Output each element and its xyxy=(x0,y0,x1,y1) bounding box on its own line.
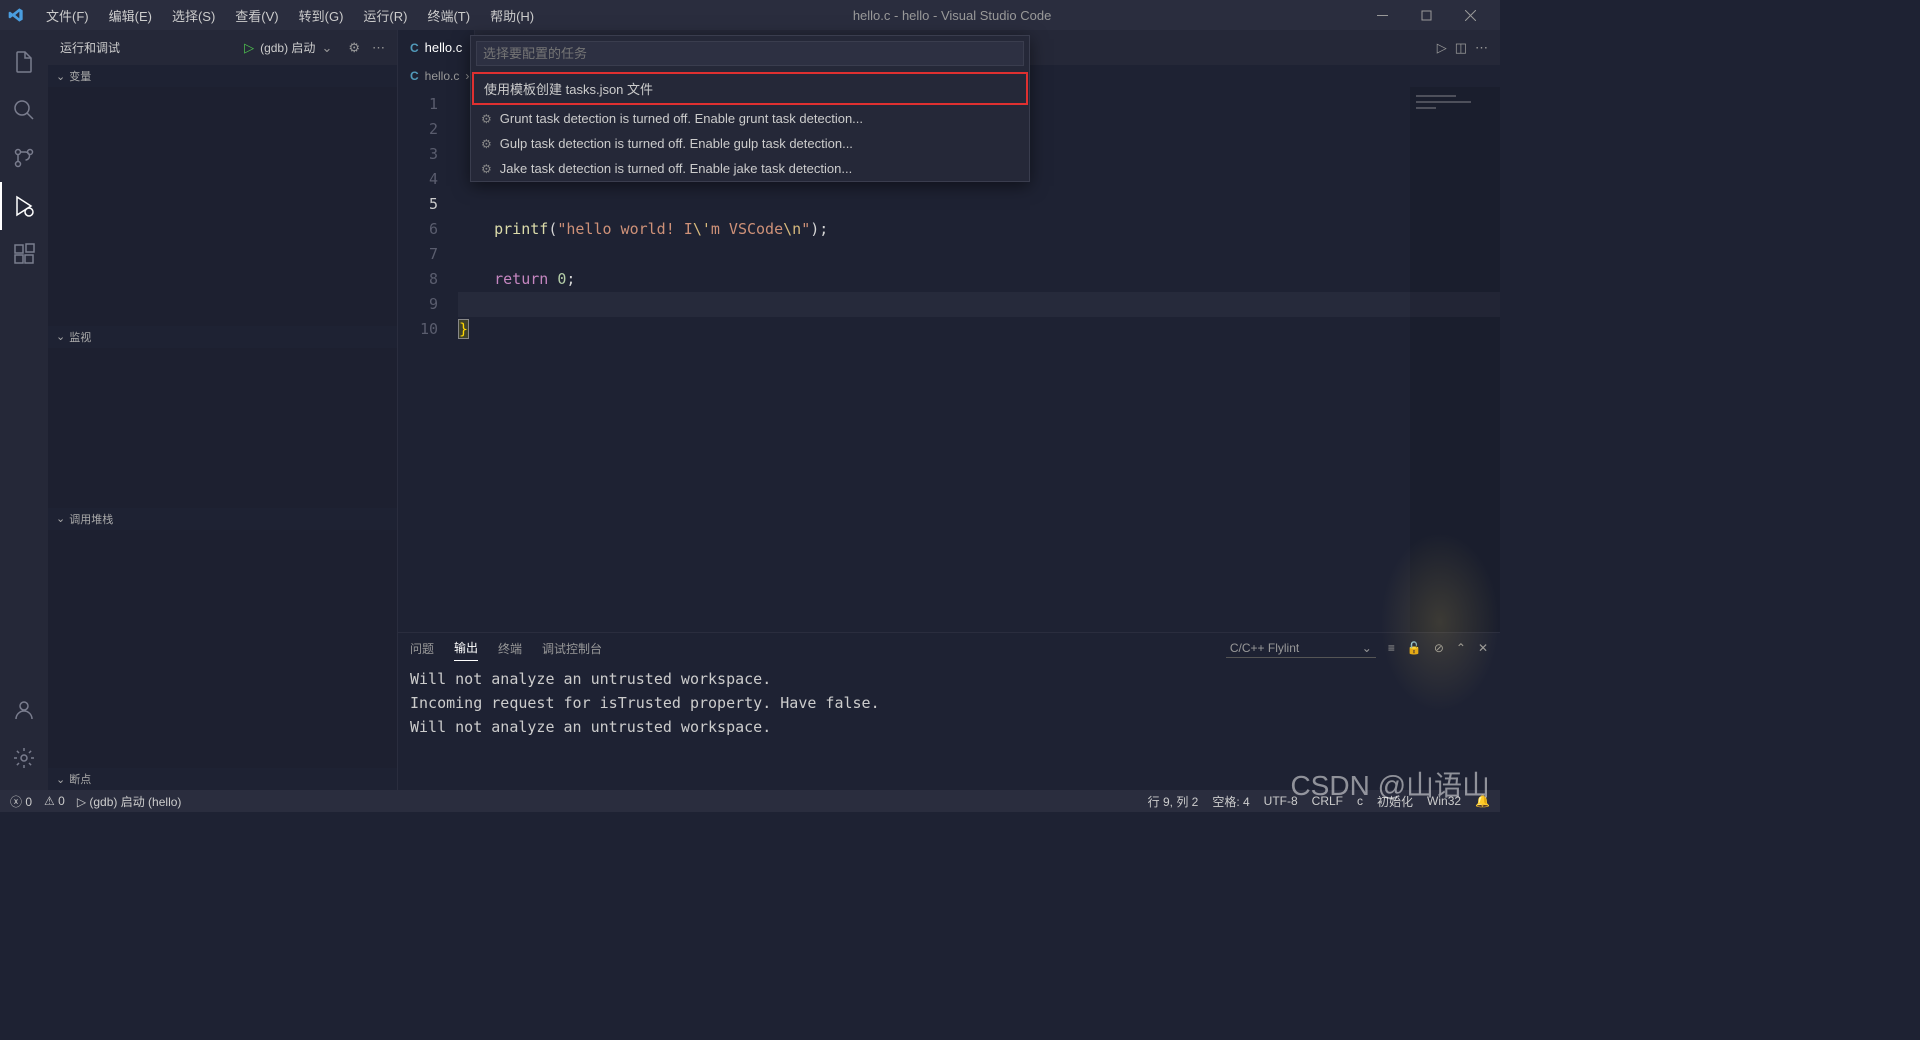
menu-bar: 文件(F) 编辑(E) 选择(S) 查看(V) 转到(G) 运行(R) 终端(T… xyxy=(36,2,544,29)
variables-section-body xyxy=(48,87,397,326)
explorer-icon[interactable] xyxy=(0,38,48,86)
debug-sidebar: 运行和调试 ▷ (gdb) 启动 ⌄ ⚙ ⋯ ⌄ 变量 ⌄ 监视 ⌄ 调用堆栈 ⌄ 断点 xyxy=(48,30,398,790)
code-token: m VSCode xyxy=(711,220,783,238)
watch-section-header[interactable]: ⌄ 监视 xyxy=(48,326,397,348)
section-label: 监视 xyxy=(69,329,91,345)
breadcrumb-file: hello.c xyxy=(425,69,460,83)
search-icon[interactable] xyxy=(0,86,48,134)
chevron-down-icon: ⌄ xyxy=(56,330,65,343)
menu-file[interactable]: 文件(F) xyxy=(36,2,99,29)
window-title: hello.c - hello - Visual Studio Code xyxy=(544,8,1360,23)
tab-hello-c[interactable]: C hello.c xyxy=(398,30,475,65)
c-file-icon: C xyxy=(410,69,419,83)
menu-go[interactable]: 转到(G) xyxy=(289,2,354,29)
debug-more-icon[interactable]: ⋯ xyxy=(372,40,385,56)
quickpick: 使用模板创建 tasks.json 文件 ⚙ Grunt task detect… xyxy=(470,35,1030,182)
status-errors[interactable]: ⓧ 0 xyxy=(10,793,32,810)
menu-view[interactable]: 查看(V) xyxy=(225,2,288,29)
quickpick-item-gulp[interactable]: ⚙ Gulp task detection is turned off. Ena… xyxy=(471,131,1029,156)
section-label: 断点 xyxy=(69,771,91,787)
maximize-button[interactable] xyxy=(1404,0,1448,30)
menu-edit[interactable]: 编辑(E) xyxy=(99,2,162,29)
chevron-down-icon: ⌄ xyxy=(56,512,65,525)
code-token: printf xyxy=(494,220,548,238)
dropdown-label: C/C++ Flylint xyxy=(1230,641,1299,655)
decorative-character xyxy=(1380,532,1500,712)
debug-title: 运行和调试 xyxy=(60,39,120,56)
panel-tab-problems[interactable]: 问题 xyxy=(410,636,434,661)
window-controls xyxy=(1360,0,1492,30)
source-control-icon[interactable] xyxy=(0,134,48,182)
code-token: } xyxy=(458,319,469,339)
quickpick-item-label: Grunt task detection is turned off. Enab… xyxy=(500,111,863,126)
menu-help[interactable]: 帮助(H) xyxy=(480,2,544,29)
watermark: CSDN @山语山 xyxy=(1290,764,1490,804)
debug-gear-icon[interactable]: ⚙ xyxy=(348,40,360,56)
section-label: 调用堆栈 xyxy=(69,511,113,527)
chevron-down-icon: ⌄ xyxy=(56,773,65,786)
tab-actions: ▷ ◫ ⋯ xyxy=(1437,40,1500,56)
close-button[interactable] xyxy=(1448,0,1492,30)
panel-tabs: 问题 输出 终端 调试控制台 C/C++ Flylint ⌄ ≡ 🔓 ⊘ ⌃ ✕ xyxy=(398,633,1500,663)
callstack-section-header[interactable]: ⌄ 调用堆栈 xyxy=(48,508,397,530)
titlebar: 文件(F) 编辑(E) 选择(S) 查看(V) 转到(G) 运行(R) 终端(T… xyxy=(0,0,1500,30)
quickpick-item-jake[interactable]: ⚙ Jake task detection is turned off. Ena… xyxy=(471,156,1029,181)
extensions-icon[interactable] xyxy=(0,230,48,278)
vscode-logo-icon xyxy=(8,7,24,23)
gear-icon: ⚙ xyxy=(481,162,492,176)
status-spaces[interactable]: 空格: 4 xyxy=(1212,793,1249,810)
run-icon[interactable]: ▷ xyxy=(1437,40,1447,56)
chevron-down-icon[interactable]: ⌄ xyxy=(321,40,332,56)
minimize-button[interactable] xyxy=(1360,0,1404,30)
status-lncol[interactable]: 行 9, 列 2 xyxy=(1148,793,1199,810)
chevron-down-icon: ⌄ xyxy=(56,70,65,83)
quickpick-item-grunt[interactable]: ⚙ Grunt task detection is turned off. En… xyxy=(471,106,1029,131)
output-channel-dropdown[interactable]: C/C++ Flylint ⌄ xyxy=(1226,639,1376,658)
chevron-down-icon: ⌄ xyxy=(1362,641,1372,655)
breakpoints-section-header[interactable]: ⌄ 断点 xyxy=(48,768,397,790)
status-bar: ⓧ 0 ⚠ 0 ▷ (gdb) 启动 (hello) 行 9, 列 2 空格: … xyxy=(0,790,1500,812)
menu-run[interactable]: 运行(R) xyxy=(353,2,417,29)
quickpick-item-label: 使用模板创建 tasks.json 文件 xyxy=(484,79,653,98)
account-icon[interactable] xyxy=(0,686,48,734)
c-file-icon: C xyxy=(410,41,419,55)
code-token: return xyxy=(494,270,548,288)
menu-terminal[interactable]: 终端(T) xyxy=(417,2,480,29)
gutter: 12345678910 xyxy=(398,87,458,632)
quickpick-item-label: Jake task detection is turned off. Enabl… xyxy=(500,161,852,176)
panel-tab-output[interactable]: 输出 xyxy=(454,635,478,661)
split-icon[interactable]: ◫ xyxy=(1455,40,1467,56)
code-token: \n xyxy=(783,220,801,238)
variables-section-header[interactable]: ⌄ 变量 xyxy=(48,65,397,87)
debug-toolbar: 运行和调试 ▷ (gdb) 启动 ⌄ ⚙ ⋯ xyxy=(48,30,397,65)
code-token: \' xyxy=(693,220,711,238)
menu-selection[interactable]: 选择(S) xyxy=(162,2,225,29)
code-token: " xyxy=(801,220,810,238)
panel-tab-debug-console[interactable]: 调试控制台 xyxy=(542,636,602,661)
watch-section-body xyxy=(48,348,397,508)
tab-label: hello.c xyxy=(425,40,463,55)
quickpick-item-label: Gulp task detection is turned off. Enabl… xyxy=(500,136,853,151)
output-line: Will not analyze an untrusted workspace. xyxy=(410,718,771,736)
callstack-section-body xyxy=(48,530,397,769)
quickpick-item-create-tasks[interactable]: 使用模板创建 tasks.json 文件 xyxy=(472,72,1028,105)
gear-icon: ⚙ xyxy=(481,112,492,126)
code-token: "hello world! I xyxy=(557,220,692,238)
more-icon[interactable]: ⋯ xyxy=(1475,40,1488,56)
run-debug-icon[interactable] xyxy=(0,182,48,230)
section-label: 变量 xyxy=(69,68,91,84)
panel-tab-terminal[interactable]: 终端 xyxy=(498,636,522,661)
chevron-right-icon: › xyxy=(465,69,469,83)
quickpick-input[interactable] xyxy=(476,41,1024,66)
output-line: Incoming request for isTrusted property.… xyxy=(410,694,880,712)
start-debug-icon[interactable]: ▷ xyxy=(244,40,254,56)
gear-icon: ⚙ xyxy=(481,137,492,151)
status-debug-target[interactable]: ▷ (gdb) 启动 (hello) xyxy=(77,793,182,810)
activity-bar xyxy=(0,30,48,790)
output-line: Will not analyze an untrusted workspace. xyxy=(410,670,771,688)
debug-config-dropdown[interactable]: (gdb) 启动 xyxy=(260,39,315,56)
settings-gear-icon[interactable] xyxy=(0,734,48,782)
status-warnings[interactable]: ⚠ 0 xyxy=(44,794,65,808)
